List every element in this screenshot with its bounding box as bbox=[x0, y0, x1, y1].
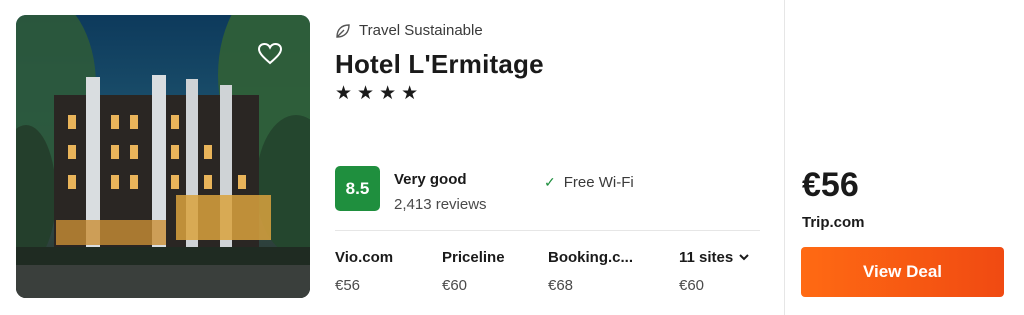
amenity-item: ✓ Free Wi-Fi bbox=[544, 174, 634, 191]
star-rating: ★ ★ ★ ★ bbox=[335, 84, 418, 104]
check-icon: ✓ bbox=[544, 174, 556, 190]
more-sites-dropdown[interactable]: 11 sites €60 bbox=[679, 249, 749, 294]
review-count-link[interactable]: 2,413 reviews bbox=[394, 196, 487, 213]
heart-icon bbox=[258, 43, 282, 65]
provider-price: €56 bbox=[335, 277, 361, 294]
hotel-result-card[interactable]: Travel Sustainable Hotel L'Ermitage ★ ★ … bbox=[0, 0, 1024, 315]
provider-price: €60 bbox=[442, 277, 468, 294]
leaf-icon bbox=[336, 23, 350, 38]
star-icon: ★ bbox=[357, 83, 375, 104]
more-sites-label: 11 sites bbox=[679, 249, 734, 266]
provider-name: Priceline bbox=[442, 249, 505, 266]
star-icon: ★ bbox=[379, 83, 397, 104]
review-score-label: Very good bbox=[394, 171, 467, 188]
favorite-button[interactable] bbox=[253, 39, 287, 69]
star-icon: ★ bbox=[335, 83, 353, 104]
provider-name: Vio.com bbox=[335, 249, 394, 266]
provider-offer[interactable]: Vio.com €56 bbox=[335, 249, 393, 294]
provider-price: €68 bbox=[548, 277, 574, 294]
sustainability-badge: Travel Sustainable bbox=[335, 22, 483, 39]
provider-name: Booking.c... bbox=[548, 249, 634, 266]
best-price-provider: Trip.com bbox=[802, 214, 865, 231]
column-divider bbox=[784, 0, 785, 315]
divider bbox=[335, 230, 760, 231]
provider-offer[interactable]: Booking.c... €68 bbox=[548, 249, 633, 294]
star-icon: ★ bbox=[401, 83, 419, 104]
review-score-badge: 8.5 bbox=[335, 166, 380, 211]
best-price: €56 bbox=[802, 166, 859, 204]
view-deal-button[interactable]: View Deal bbox=[801, 247, 1004, 297]
amenity-label: Free Wi-Fi bbox=[563, 174, 634, 191]
sustainability-label: Travel Sustainable bbox=[359, 22, 483, 39]
provider-offer[interactable]: Priceline €60 bbox=[442, 249, 505, 294]
hotel-name[interactable]: Hotel L'Ermitage bbox=[335, 49, 544, 80]
provider-price: €60 bbox=[679, 277, 705, 294]
chevron-down-icon bbox=[739, 254, 749, 261]
